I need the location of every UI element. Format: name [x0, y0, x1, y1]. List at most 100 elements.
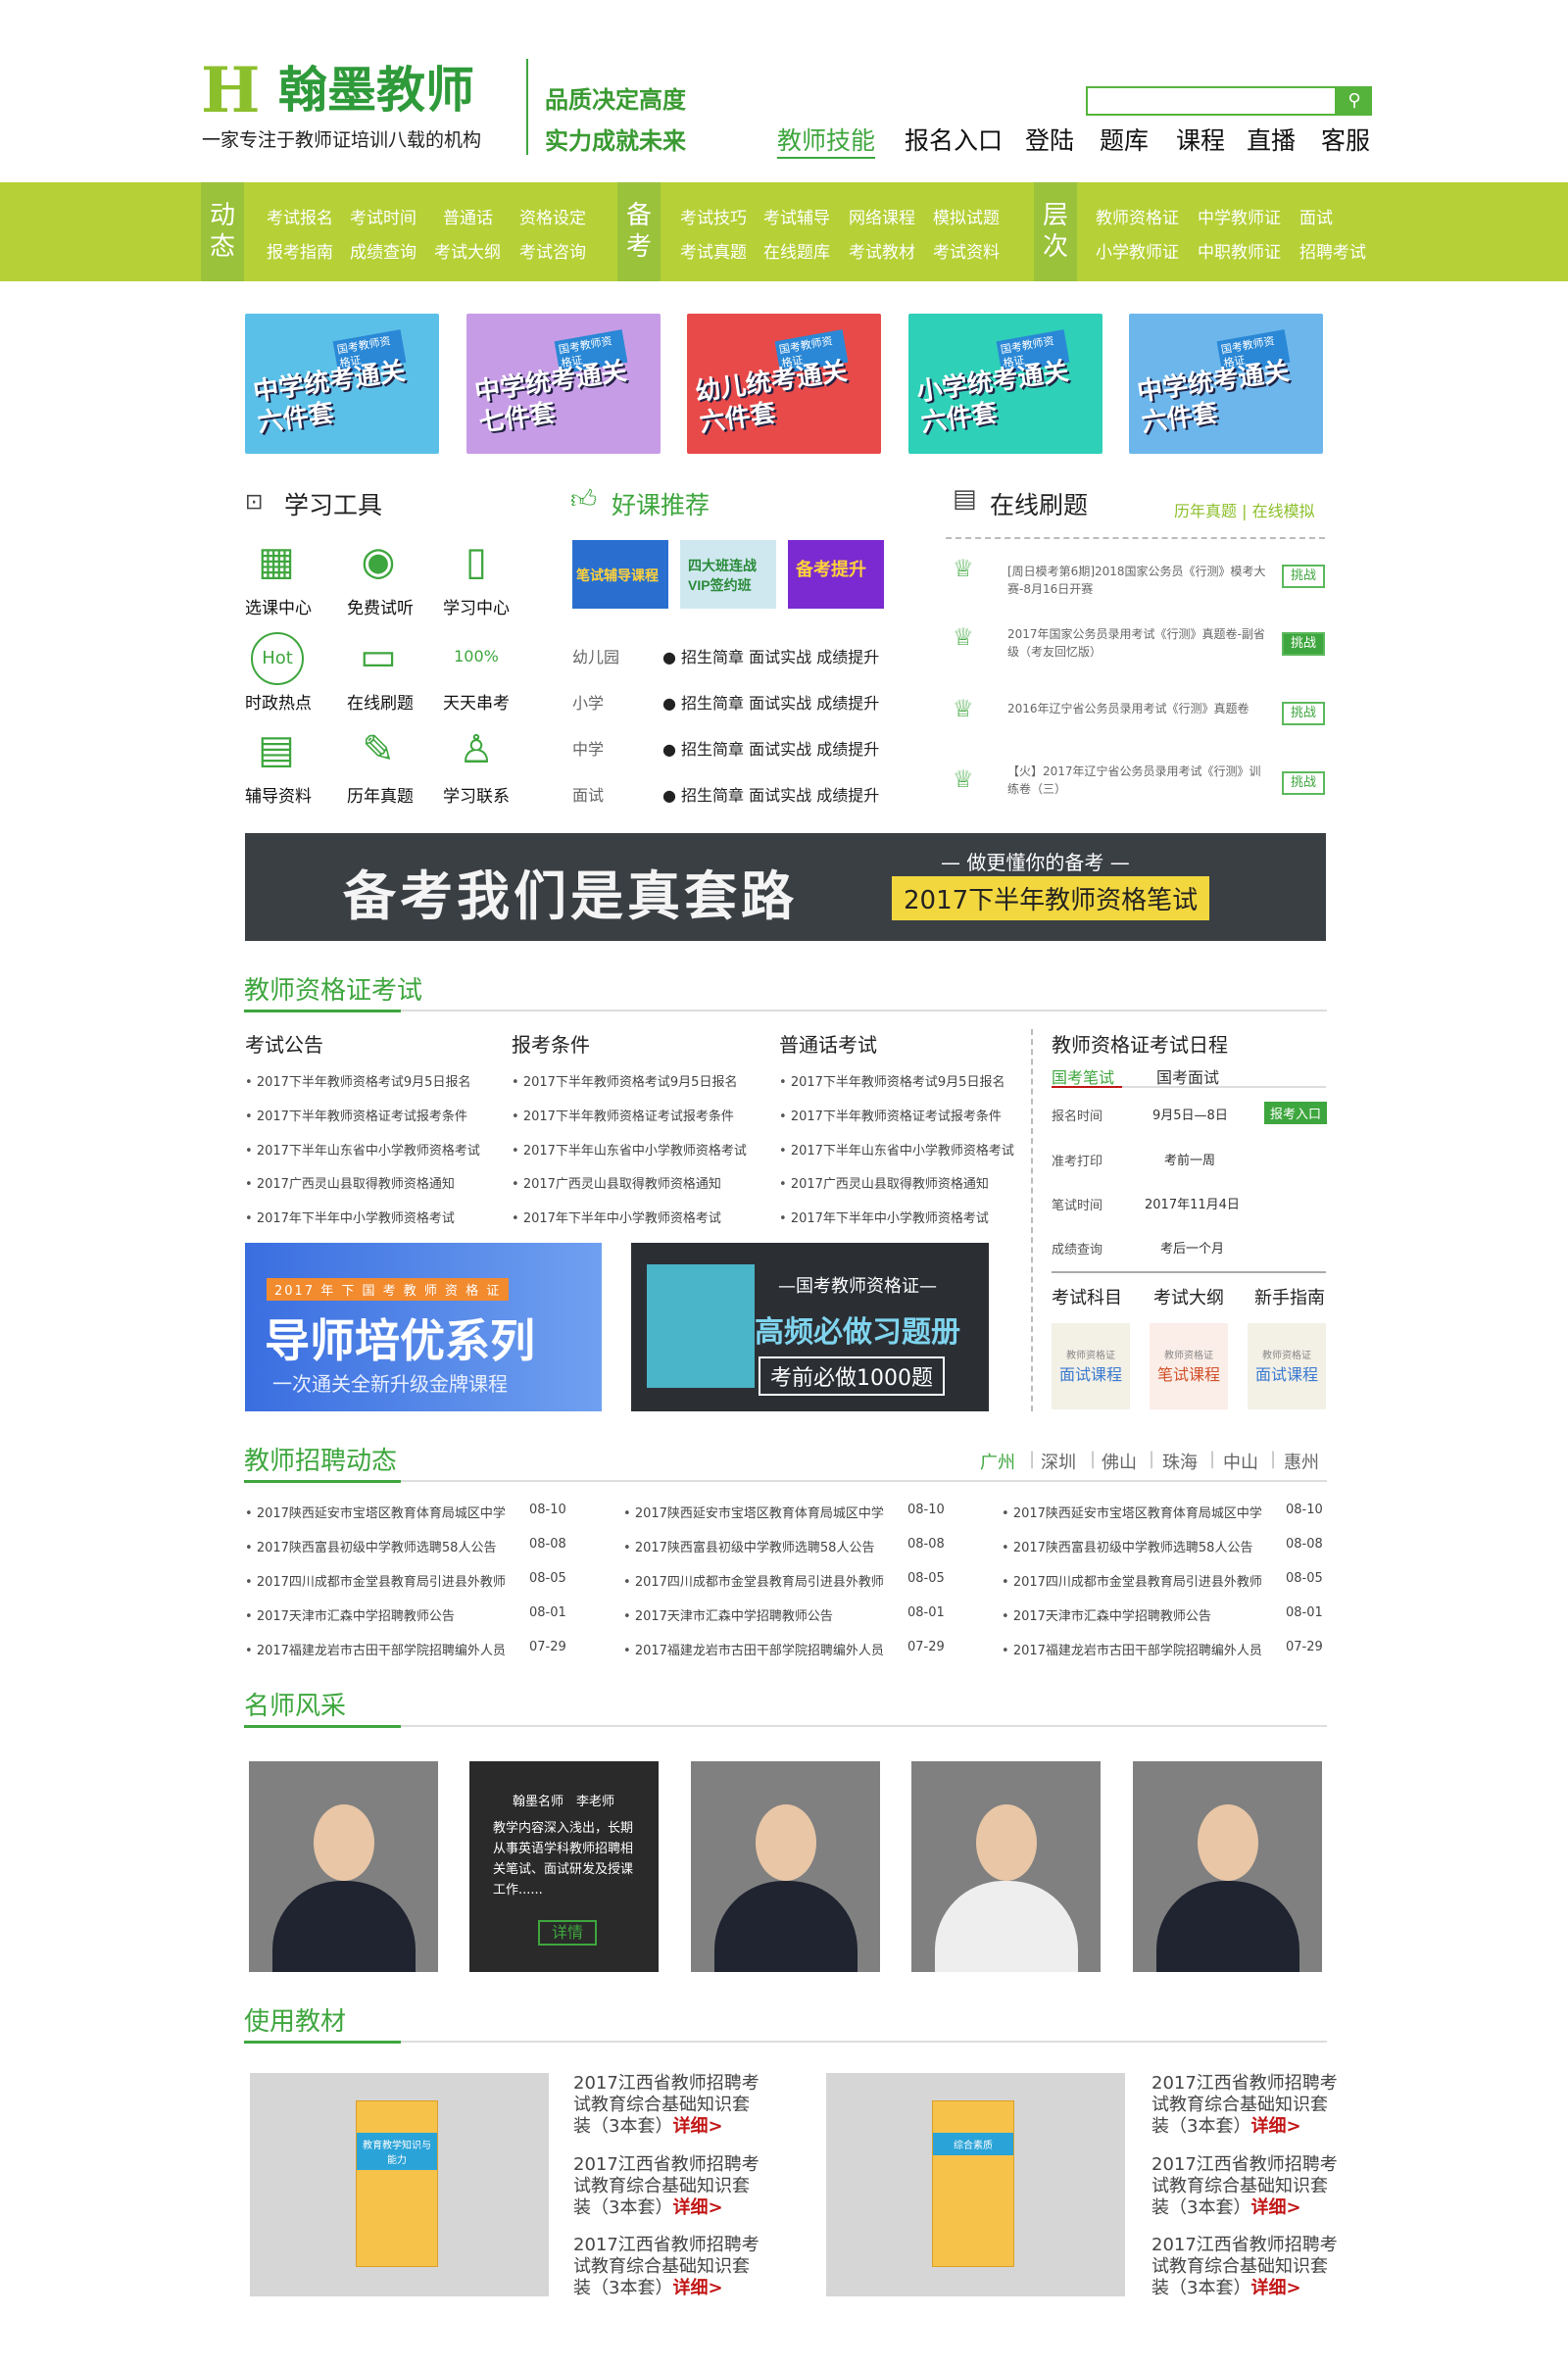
book-entry-text[interactable]: 2017江西省教师招聘考试教育综合基础知识套装（3本套） — [573, 2154, 760, 2218]
bar-link[interactable]: 考试资料 — [933, 238, 1000, 263]
recruit-link[interactable]: 2017四川成都市金堂县教育局引进县外教师 — [1002, 1571, 1262, 1590]
bar-link[interactable]: 模拟试题 — [933, 204, 1000, 228]
chalkboard-banner[interactable]: 备考我们是真套路 — 做更懂你的备考 — 2017下半年教师资格笔试 — [245, 833, 1326, 941]
teacher-photo[interactable] — [1133, 1761, 1322, 1972]
logo-mark[interactable]: H — [201, 60, 270, 123]
book-entry[interactable]: 2017江西省教师招聘考试教育综合基础知识套装（3本套）详细> — [573, 2235, 760, 2299]
recruit-link[interactable]: 2017陕西延安市宝塔区教育体育局城区中学 — [623, 1503, 884, 1521]
practice-item[interactable]: 【火】2017年辽宁省公务员录用考试《行测》训练卷（三） — [1007, 763, 1272, 798]
bar-link[interactable]: 普通话 — [443, 204, 493, 228]
tab-syllabus[interactable]: 考试大纲 — [1153, 1284, 1224, 1309]
promo-tile[interactable]: 国考教师资格证 中学统考通关六件套 — [1129, 314, 1323, 454]
nav-live[interactable]: 直播 — [1247, 122, 1296, 157]
tool-label[interactable]: 学习联系 — [443, 782, 510, 807]
bar-link[interactable]: 教师资格证 — [1096, 204, 1179, 228]
bar-link[interactable]: 考试报名 — [267, 204, 333, 228]
bar-link[interactable]: 考试大纲 — [434, 238, 501, 263]
hot-icon[interactable]: Hot — [251, 632, 304, 685]
apply-entry-button[interactable]: 报考入口 — [1264, 1102, 1328, 1124]
search-icon[interactable]: ⚲ — [1337, 86, 1372, 116]
bar-link[interactable]: 成绩查询 — [350, 238, 416, 263]
recruit-link[interactable]: 2017天津市汇森中学招聘教师公告 — [1002, 1605, 1211, 1624]
challenge-button[interactable]: 挑战 — [1282, 632, 1325, 656]
city-tab[interactable]: 中山 — [1223, 1449, 1258, 1474]
recruit-link[interactable]: 2017福建龙岩市古田干部学院招聘编外人员 — [1002, 1640, 1262, 1658]
book-entry[interactable]: 2017江西省教师招聘考试教育综合基础知识套装（3本套）详细> — [573, 2154, 760, 2219]
nav-login[interactable]: 登陆 — [1025, 122, 1074, 157]
teacher-detail-button[interactable]: 详情 — [538, 1920, 597, 1946]
practice-links[interactable]: 历年真题 | 在线模拟 — [1174, 498, 1315, 521]
notice-link[interactable]: 2017下半年山东省中小学教师资格考试 — [245, 1140, 480, 1159]
book-entry-text[interactable]: 2017江西省教师招聘考试教育综合基础知识套装（3本套） — [573, 2073, 760, 2137]
tool-label[interactable]: 在线刷题 — [347, 689, 414, 714]
book-detail-link[interactable]: 详细> — [1250, 2197, 1300, 2218]
course-row-text[interactable]: 招生简章 面试实战 成绩提升 — [681, 648, 879, 666]
tool-label[interactable]: 天天串考 — [443, 689, 510, 714]
book-image[interactable]: 教育教学知识与能力 — [250, 2073, 549, 2296]
bar-link[interactable]: 资格设定 — [519, 204, 586, 228]
teacher-card-overlay[interactable]: 翰墨名师 李老师 教学内容深入浅出，长期从事英语学科教师招聘相关笔试、面试研发及… — [469, 1761, 659, 1972]
book-image[interactable]: 综合素质 — [826, 2073, 1125, 2296]
recruit-link[interactable]: 2017陕西富县初级中学教师选聘58人公告 — [1002, 1537, 1253, 1555]
notice-link[interactable]: 2017广西灵山县取得教师资格通知 — [779, 1173, 989, 1192]
challenge-button[interactable]: 挑战 — [1282, 565, 1325, 588]
notice-link[interactable]: 2017下半年教师资格考试9月5日报名 — [512, 1071, 738, 1090]
promo-tile[interactable]: 国考教师资格证 中学统考通关七件套 — [466, 314, 661, 454]
free-icon[interactable]: ◉ — [349, 537, 408, 586]
promo-tile[interactable]: 国考教师资格证 小学统考通关六件套 — [908, 314, 1102, 454]
book-entry-text[interactable]: 2017江西省教师招聘考试教育综合基础知识套装（3本套） — [1152, 2235, 1338, 2298]
recruit-link[interactable]: 2017四川成都市金堂县教育局引进县外教师 — [623, 1571, 884, 1590]
recruit-link[interactable]: 2017福建龙岩市古田干部学院招聘编外人员 — [245, 1640, 506, 1658]
city-tab[interactable]: 深圳 — [1041, 1449, 1076, 1474]
course-thumb[interactable]: 教师资格证 笔试课程 — [1150, 1323, 1228, 1409]
recruit-link[interactable]: 2017陕西富县初级中学教师选聘58人公告 — [245, 1537, 497, 1555]
bar-link[interactable]: 报考指南 — [267, 238, 333, 263]
city-tab[interactable]: 惠州 — [1284, 1449, 1319, 1474]
bar-link[interactable]: 招聘考试 — [1299, 238, 1366, 263]
bar-link[interactable]: 中学教师证 — [1198, 204, 1281, 228]
edit-doc-icon[interactable]: ✎ — [349, 725, 408, 774]
bar-link[interactable]: 考试教材 — [849, 238, 915, 263]
promo-tile[interactable]: 国考教师资格证 幼儿统考通关六件套 — [687, 314, 881, 454]
bar-link[interactable]: 在线题库 — [763, 238, 830, 263]
book-detail-link[interactable]: 详细> — [672, 2116, 722, 2137]
book-icon[interactable]: ▯ — [447, 537, 506, 586]
book-detail-link[interactable]: 详细> — [672, 2278, 722, 2298]
practice-item[interactable]: [周日模考第6期]2018国家公务员《行测》模考大赛-8月16日开赛 — [1007, 563, 1272, 598]
city-tab-guangzhou[interactable]: 广州 — [980, 1449, 1015, 1474]
document-icon[interactable]: ▤ — [247, 725, 306, 774]
book-entry-text[interactable]: 2017江西省教师招聘考试教育综合基础知识套装（3本套） — [1152, 2073, 1338, 2137]
tab-interview[interactable]: 国考面试 — [1156, 1064, 1219, 1088]
ad-tutor-series[interactable]: 2017 年 下 国 考 教 师 资 格 证 导师培优系列 一次通关全新升级金牌… — [245, 1243, 602, 1411]
logo-name[interactable]: 翰墨教师 — [278, 61, 474, 120]
search-input[interactable] — [1086, 86, 1337, 116]
course-banner[interactable]: 四大班连战VIP签约班 — [680, 540, 776, 609]
recruit-link[interactable]: 2017陕西延安市宝塔区教育体育局城区中学 — [1002, 1503, 1262, 1521]
tool-label[interactable]: 历年真题 — [347, 782, 414, 807]
city-tab[interactable]: 佛山 — [1102, 1449, 1137, 1474]
nav-question-bank[interactable]: 题库 — [1100, 122, 1149, 157]
bar-link[interactable]: 考试咨询 — [519, 238, 586, 263]
grid-check-icon[interactable]: ▦ — [247, 537, 306, 586]
city-tab[interactable]: 珠海 — [1162, 1449, 1198, 1474]
notice-link[interactable]: 2017年下半年中小学教师资格考试 — [245, 1208, 455, 1226]
practice-item[interactable]: 2016年辽宁省公务员录用考试《行测》真题卷 — [1007, 700, 1250, 716]
tab-beginner-guide[interactable]: 新手指南 — [1254, 1284, 1325, 1309]
nav-teacher-skills[interactable]: 教师技能 — [777, 122, 876, 159]
promo-tile[interactable]: 国考教师资格证 中学统考通关六件套 — [245, 314, 439, 454]
book-entry-text[interactable]: 2017江西省教师招聘考试教育综合基础知识套装（3本套） — [573, 2235, 760, 2298]
bar-link[interactable]: 网络课程 — [849, 204, 915, 228]
recruit-link[interactable]: 2017陕西富县初级中学教师选聘58人公告 — [623, 1537, 875, 1555]
teacher-photo[interactable] — [691, 1761, 880, 1972]
course-thumb[interactable]: 教师资格证 面试课程 — [1052, 1323, 1130, 1409]
nav-register[interactable]: 报名入口 — [905, 122, 1003, 157]
book-entry[interactable]: 2017江西省教师招聘考试教育综合基础知识套装（3本套）详细> — [1152, 2073, 1338, 2138]
nav-service[interactable]: 客服 — [1321, 122, 1370, 157]
practice-item[interactable]: 2017年国家公务员录用考试《行测》真题卷-副省级（考友回忆版） — [1007, 625, 1272, 661]
notice-link[interactable]: 2017下半年教师资格证考试报考条件 — [779, 1106, 1002, 1124]
bar-link[interactable]: 中职教师证 — [1198, 238, 1281, 263]
tool-label[interactable]: 学习中心 — [443, 594, 510, 618]
recruit-link[interactable]: 2017四川成都市金堂县教育局引进县外教师 — [245, 1571, 506, 1590]
course-banner[interactable]: 笔试辅导课程 — [572, 540, 668, 609]
course-row-text[interactable]: 招生简章 面试实战 成绩提升 — [681, 786, 879, 805]
